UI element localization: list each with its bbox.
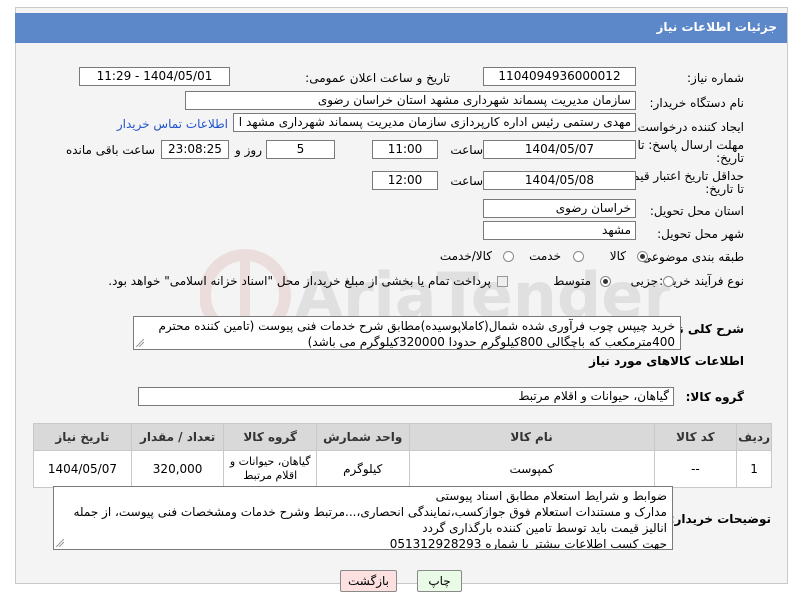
col-row: ردیف [736, 423, 772, 451]
col-name: نام کالا [408, 423, 655, 451]
goods-group-field: گیاهان، حیوانات و اقلام مرتبط [138, 387, 674, 406]
buyer-notes-line-4: جهت کسب اطلاعات بیشتر با شماره 051312928… [389, 537, 667, 550]
cell-qty: 320,000 [130, 450, 225, 488]
table-row: 1 -- کمپوست کیلوگرم گیاهان، حیوانات و اق… [33, 450, 772, 488]
col-qty: تعداد / مقدار [130, 423, 225, 451]
process-option-minor: جزیی [630, 274, 658, 288]
remaining-time-field: 23:08:25 [161, 140, 229, 159]
need-number-field: 1104094936000012 [483, 67, 636, 86]
resize-handle-icon[interactable] [56, 539, 64, 547]
announce-field: 1404/05/01 - 11:29 [79, 67, 230, 86]
category-radio-goods-service[interactable] [503, 251, 514, 262]
remaining-time-label: ساعت باقی مانده [65, 143, 155, 157]
remaining-days-field: 5 [266, 140, 335, 159]
remaining-days-label: روز و [235, 143, 262, 157]
announce-label: تاریخ و ساعت اعلان عمومی: [305, 71, 450, 85]
col-unit: واحد شمارش [315, 423, 410, 451]
price-validity-label: حداقل تاریخ اعتبار قیمت: [617, 169, 744, 183]
back-button[interactable]: بازگشت [340, 570, 397, 592]
category-label: طبقه بندی موضوعی: [637, 250, 744, 264]
cell-group: گیاهان، حیوانات و اقلام مرتبط [223, 450, 317, 488]
category-option-service: خدمت [529, 249, 561, 263]
city-field: مشهد [483, 221, 636, 240]
goods-table: ردیف کد کالا نام کالا واحد شمارش گروه کا… [33, 423, 772, 488]
print-button[interactable]: چاپ [417, 570, 462, 592]
goods-group-label: گروه کالا: [685, 390, 744, 404]
buyer-notes-line-1: ضوابط و شرایط استعلام مطابق اسناد پیوستی [435, 489, 667, 503]
col-group: گروه کالا [223, 423, 317, 451]
buyer-notes-field: ضوابط و شرایط استعلام مطابق اسناد پیوستی… [53, 486, 673, 550]
col-date: تاریخ نیاز [33, 423, 132, 451]
requester-field: مهدی رستمی رئیس اداره کارپردازی سازمان م… [233, 113, 636, 132]
reply-time-label: ساعت [450, 143, 483, 157]
treasury-note: پرداخت تمام یا بخشی از مبلغ خرید،از محل … [108, 274, 491, 288]
buyer-notes-line-3: انالیز قیمت باید توسط تامین کننده بارگذا… [422, 521, 667, 535]
cell-name: کمپوست [408, 450, 655, 488]
category-radio-service[interactable] [573, 251, 584, 262]
process-option-medium: متوسط [553, 274, 591, 288]
process-radio-minor[interactable] [663, 276, 674, 287]
province-label: استان محل تحویل: [649, 204, 744, 218]
goods-section-title: اطلاعات کالاهای مورد نیاز [589, 354, 744, 368]
price-validity-time-label: ساعت [450, 174, 483, 188]
need-number-label: شماره نیاز: [687, 71, 744, 85]
general-desc-field: خرید چیپس چوب فرآوری شده شمال(کاملاپوسید… [133, 316, 681, 350]
province-field: خراسان رضوی [483, 199, 636, 218]
page-header: جزئیات اطلاعات نیاز [15, 13, 787, 43]
page-title: جزئیات اطلاعات نیاز [656, 20, 777, 34]
cell-row: 1 [736, 450, 772, 488]
price-validity-time-field: 12:00 [372, 171, 438, 190]
reply-deadline-label: مهلت ارسال پاسخ: تا [637, 138, 744, 152]
price-validity-label-2: تا تاریخ: [705, 182, 744, 196]
requester-label: ایجاد کننده درخواست: [633, 120, 744, 134]
general-desc-line-1: خرید چیپس چوب فرآوری شده شمال(کاملاپوسید… [158, 319, 675, 333]
cell-unit: کیلوگرم [315, 450, 410, 488]
reply-deadline-label-2: تاریخ: [716, 151, 744, 165]
buyer-org-label: نام دستگاه خریدار: [649, 96, 745, 110]
treasury-checkbox[interactable] [497, 276, 508, 287]
cell-date: 1404/05/07 [33, 450, 132, 488]
table-header-row: ردیف کد کالا نام کالا واحد شمارش گروه کا… [33, 423, 772, 451]
price-validity-date-field: 1404/05/08 [483, 171, 636, 190]
category-radio-goods[interactable] [637, 251, 648, 262]
buyer-contact-link[interactable]: اطلاعات تماس خریدار [117, 117, 228, 131]
category-option-goods: کالا [609, 249, 626, 263]
col-code: کد کالا [653, 423, 738, 451]
cell-code: -- [653, 450, 738, 488]
category-option-goods-service: کالا/خدمت [439, 249, 492, 263]
resize-handle-icon[interactable] [136, 339, 144, 347]
city-label: شهر محل تحویل: [657, 227, 744, 241]
general-desc-line-2: 400مترمکعب که باچگالی 800کیلوگرم حدودا 3… [307, 335, 675, 349]
process-radio-medium[interactable] [600, 276, 611, 287]
reply-time-field: 11:00 [372, 140, 438, 159]
reply-date-field: 1404/05/07 [483, 140, 636, 159]
buyer-org-field: سازمان مدیریت پسماند شهرداری مشهد استان … [185, 91, 636, 110]
buyer-notes-line-2: مدارک و مستندات استعلام فوق جوازکسب،نمای… [73, 505, 667, 519]
buyer-notes-label: توضیحات خریدار: [669, 512, 771, 526]
